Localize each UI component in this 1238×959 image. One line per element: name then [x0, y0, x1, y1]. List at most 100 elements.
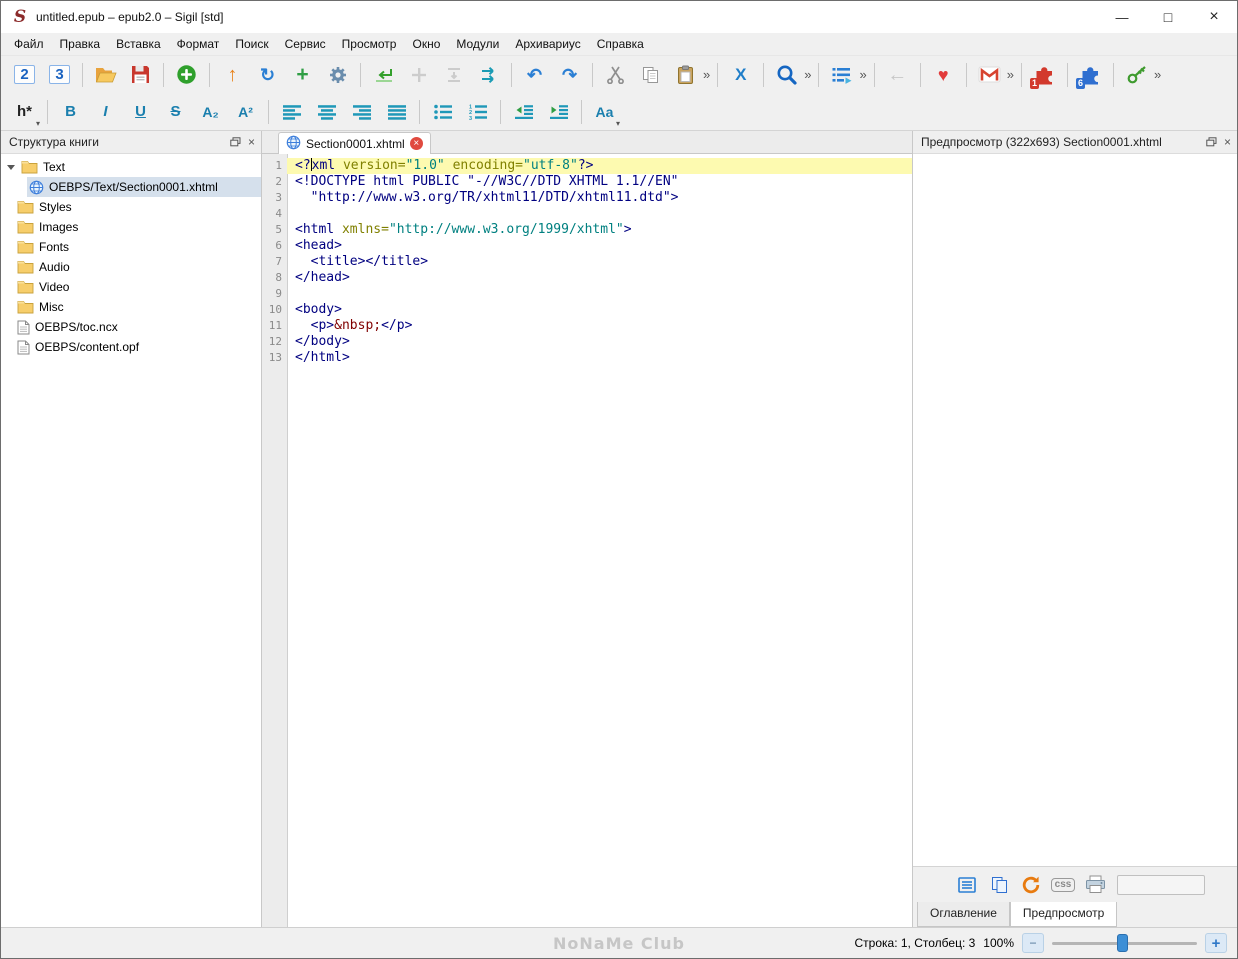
subscript-button[interactable]: A₂: [195, 96, 226, 127]
menu-search[interactable]: Поиск: [227, 34, 276, 54]
code-line-6[interactable]: 6 <head>: [262, 238, 912, 254]
tree-item-images-folder[interactable]: Images: [1, 217, 261, 237]
menu-plugins[interactable]: Модули: [448, 34, 507, 54]
code-line-12[interactable]: 12 </body>: [262, 334, 912, 350]
align-right-button[interactable]: [346, 96, 377, 127]
clips-list-button[interactable]: [826, 59, 857, 90]
dock-tab-toc[interactable]: Оглавление: [917, 902, 1010, 927]
undo-button[interactable]: ↶: [519, 59, 550, 90]
zoom-out-button[interactable]: −: [1022, 933, 1044, 953]
bullet-list-button[interactable]: [427, 96, 458, 127]
close-panel-icon[interactable]: ×: [248, 135, 255, 149]
zoom-in-button[interactable]: +: [1205, 933, 1227, 953]
settings-button[interactable]: [322, 59, 353, 90]
merge-button[interactable]: [438, 59, 469, 90]
tree-item-text-folder[interactable]: Text: [1, 157, 261, 177]
gmail-plugin-button[interactable]: [974, 59, 1005, 90]
preview-outline-button[interactable]: [953, 871, 981, 899]
toolbar-overflow-chevron[interactable]: »: [859, 67, 866, 82]
tree-item-misc-folder[interactable]: Misc: [1, 297, 261, 317]
tree-item-audio-folder[interactable]: Audio: [1, 257, 261, 277]
tree-item-styles-folder[interactable]: Styles: [1, 197, 261, 217]
tab-section0001[interactable]: Section0001.xhtml ×: [278, 132, 431, 154]
open-button[interactable]: [90, 59, 121, 90]
redo-button[interactable]: ↷: [554, 59, 585, 90]
menu-format[interactable]: Формат: [169, 34, 228, 54]
epubcheck3-button[interactable]: 3: [44, 59, 75, 90]
indent-button[interactable]: [543, 96, 574, 127]
code-line-10[interactable]: 10 <body>: [262, 302, 912, 318]
italic-button[interactable]: I: [90, 96, 121, 127]
tab-close-icon[interactable]: ×: [409, 137, 423, 150]
import-button[interactable]: ↑: [217, 59, 248, 90]
numbered-list-button[interactable]: 123: [462, 96, 493, 127]
paste-button[interactable]: [670, 59, 701, 90]
minimize-button[interactable]: —: [1099, 1, 1145, 33]
preview-address-input[interactable]: [1117, 874, 1205, 895]
underline-button[interactable]: U: [125, 96, 156, 127]
menu-tools[interactable]: Сервис: [277, 34, 334, 54]
heading-style-button[interactable]: h* ▾: [9, 96, 40, 128]
change-case-button[interactable]: Aa ▾: [589, 96, 620, 129]
back-button[interactable]: ←: [882, 59, 913, 90]
code-line-5[interactable]: 5 <html xmlns="http://www.w3.org/1999/xht…: [262, 222, 912, 238]
code-line-7[interactable]: 7 <title></title>: [262, 254, 912, 270]
tree-item-video-folder[interactable]: Video: [1, 277, 261, 297]
split-at-cursor-button[interactable]: [368, 59, 399, 90]
menu-edit[interactable]: Правка: [52, 34, 109, 54]
close-preview-icon[interactable]: ×: [1224, 135, 1231, 149]
code-line-9[interactable]: 9: [262, 286, 912, 302]
toolbar-overflow-chevron[interactable]: »: [703, 67, 710, 82]
code-line-1[interactable]: 1 <?xml version="1.0" encoding="utf-8"?>: [262, 158, 912, 174]
align-center-button[interactable]: [311, 96, 342, 127]
menu-help[interactable]: Справка: [589, 34, 652, 54]
css-info-button[interactable]: css: [1049, 871, 1077, 899]
add-cover-button[interactable]: +: [287, 59, 318, 90]
split-all-button[interactable]: [473, 59, 504, 90]
outdent-button[interactable]: [508, 96, 539, 127]
close-button[interactable]: ×: [1191, 1, 1237, 33]
menu-insert[interactable]: Вставка: [108, 34, 169, 54]
plugin-slot6-button[interactable]: 6: [1075, 59, 1106, 90]
undock-panel-icon[interactable]: [230, 137, 241, 147]
print-preview-button[interactable]: [1081, 871, 1109, 899]
tree-item-content-opf[interactable]: OEBPS/content.opf: [1, 337, 261, 357]
inspect-code-button[interactable]: [921, 871, 949, 899]
zoom-slider-handle[interactable]: [1117, 934, 1129, 952]
preview-copy-button[interactable]: [985, 871, 1013, 899]
menu-file[interactable]: Файл: [6, 34, 52, 54]
maximize-button[interactable]: □: [1145, 1, 1191, 33]
code-line-3[interactable]: 3 "http://www.w3.org/TR/xhtml11/DTD/xhtm…: [262, 190, 912, 206]
toolbar-overflow-chevron[interactable]: »: [804, 67, 811, 82]
reload-button[interactable]: ↻: [252, 59, 283, 90]
insert-split-marker-button[interactable]: [403, 59, 434, 90]
save-button[interactable]: [125, 59, 156, 90]
dock-tab-preview[interactable]: Предпросмотр: [1009, 902, 1118, 927]
code-line-2[interactable]: 2 <!DOCTYPE html PUBLIC "-//W3C//DTD XHTM…: [262, 174, 912, 190]
align-left-button[interactable]: [276, 96, 307, 127]
tree-item-section0001[interactable]: OEBPS/Text/Section0001.xhtml: [1, 177, 261, 197]
cut-button[interactable]: [600, 59, 631, 90]
code-line-11[interactable]: 11 <p>&nbsp;</p>: [262, 318, 912, 334]
code-line-8[interactable]: 8 </head>: [262, 270, 912, 286]
add-existing-files-button[interactable]: [171, 59, 202, 90]
menu-window[interactable]: Окно: [404, 34, 448, 54]
code-line-4[interactable]: 4: [262, 206, 912, 222]
code-editor[interactable]: 1 <?xml version="1.0" encoding="utf-8"?> 2…: [262, 154, 912, 927]
menu-archivarius[interactable]: Архивариус: [507, 34, 588, 54]
bold-button[interactable]: B: [55, 96, 86, 127]
zoom-slider[interactable]: [1052, 933, 1197, 953]
tree-item-fonts-folder[interactable]: Fonts: [1, 237, 261, 257]
x-tool-button[interactable]: X: [725, 59, 756, 90]
refresh-preview-button[interactable]: [1017, 871, 1045, 899]
superscript-button[interactable]: A²: [230, 96, 261, 127]
donate-button[interactable]: ♥: [928, 59, 959, 90]
tree-item-toc-ncx[interactable]: OEBPS/toc.ncx: [1, 317, 261, 337]
plugin-slot1-button[interactable]: 1: [1029, 59, 1060, 90]
toolbar-overflow-chevron[interactable]: »: [1007, 67, 1014, 82]
align-justify-button[interactable]: [381, 96, 412, 127]
expander-icon[interactable]: [7, 164, 15, 170]
find-replace-button[interactable]: [771, 59, 802, 90]
toolbar-overflow-chevron[interactable]: »: [1154, 67, 1161, 82]
strikethrough-button[interactable]: S: [160, 96, 191, 127]
